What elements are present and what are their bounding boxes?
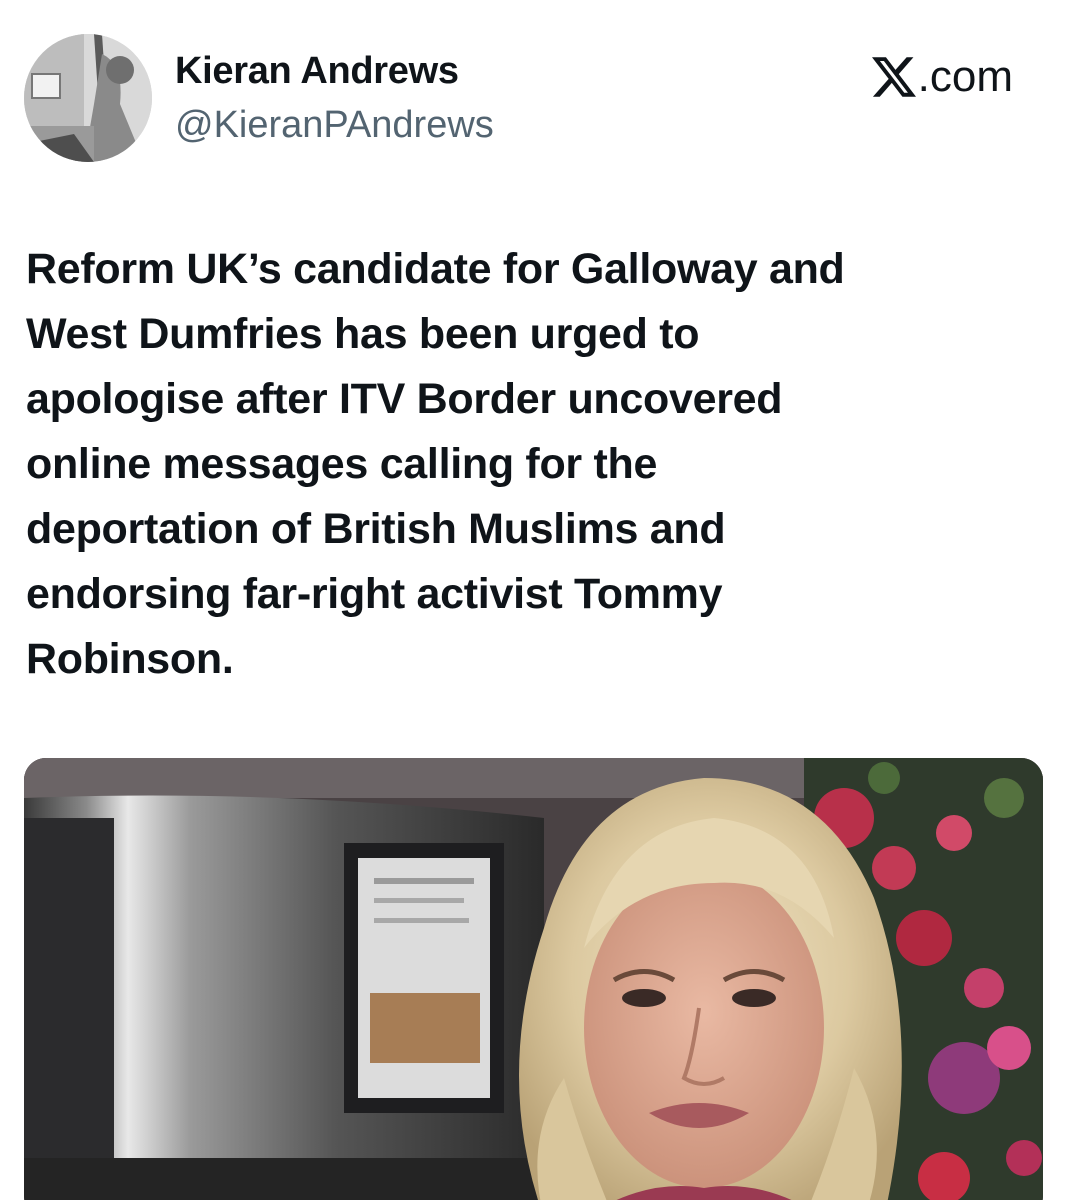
tweet-line: deportation of British Muslims and [26, 505, 726, 553]
tweet-media-photo[interactable] [24, 758, 1043, 1200]
author-display-name[interactable]: Kieran Andrews [175, 50, 459, 93]
x-brand: .com [871, 52, 1013, 102]
avatar-image [24, 34, 152, 162]
tweet-text: Reform UK’s candidate for Galloway and W… [26, 237, 1026, 692]
author-handle[interactable]: @KieranPAndrews [175, 104, 494, 147]
author-avatar[interactable] [24, 34, 152, 162]
tweet-line: Reform UK’s candidate for Galloway and [26, 245, 845, 293]
tweet-line: apologise after ITV Border uncovered [26, 375, 783, 423]
x-logo-icon [871, 57, 916, 97]
tweet-line: online messages calling for the [26, 440, 658, 488]
brand-label: .com [917, 52, 1013, 101]
photo-image [24, 758, 1043, 1200]
tweet-line: Robinson. [26, 635, 234, 683]
tweet-line: West Dumfries has been urged to [26, 310, 700, 358]
tweet-line: endorsing far-right activist Tommy [26, 570, 723, 618]
